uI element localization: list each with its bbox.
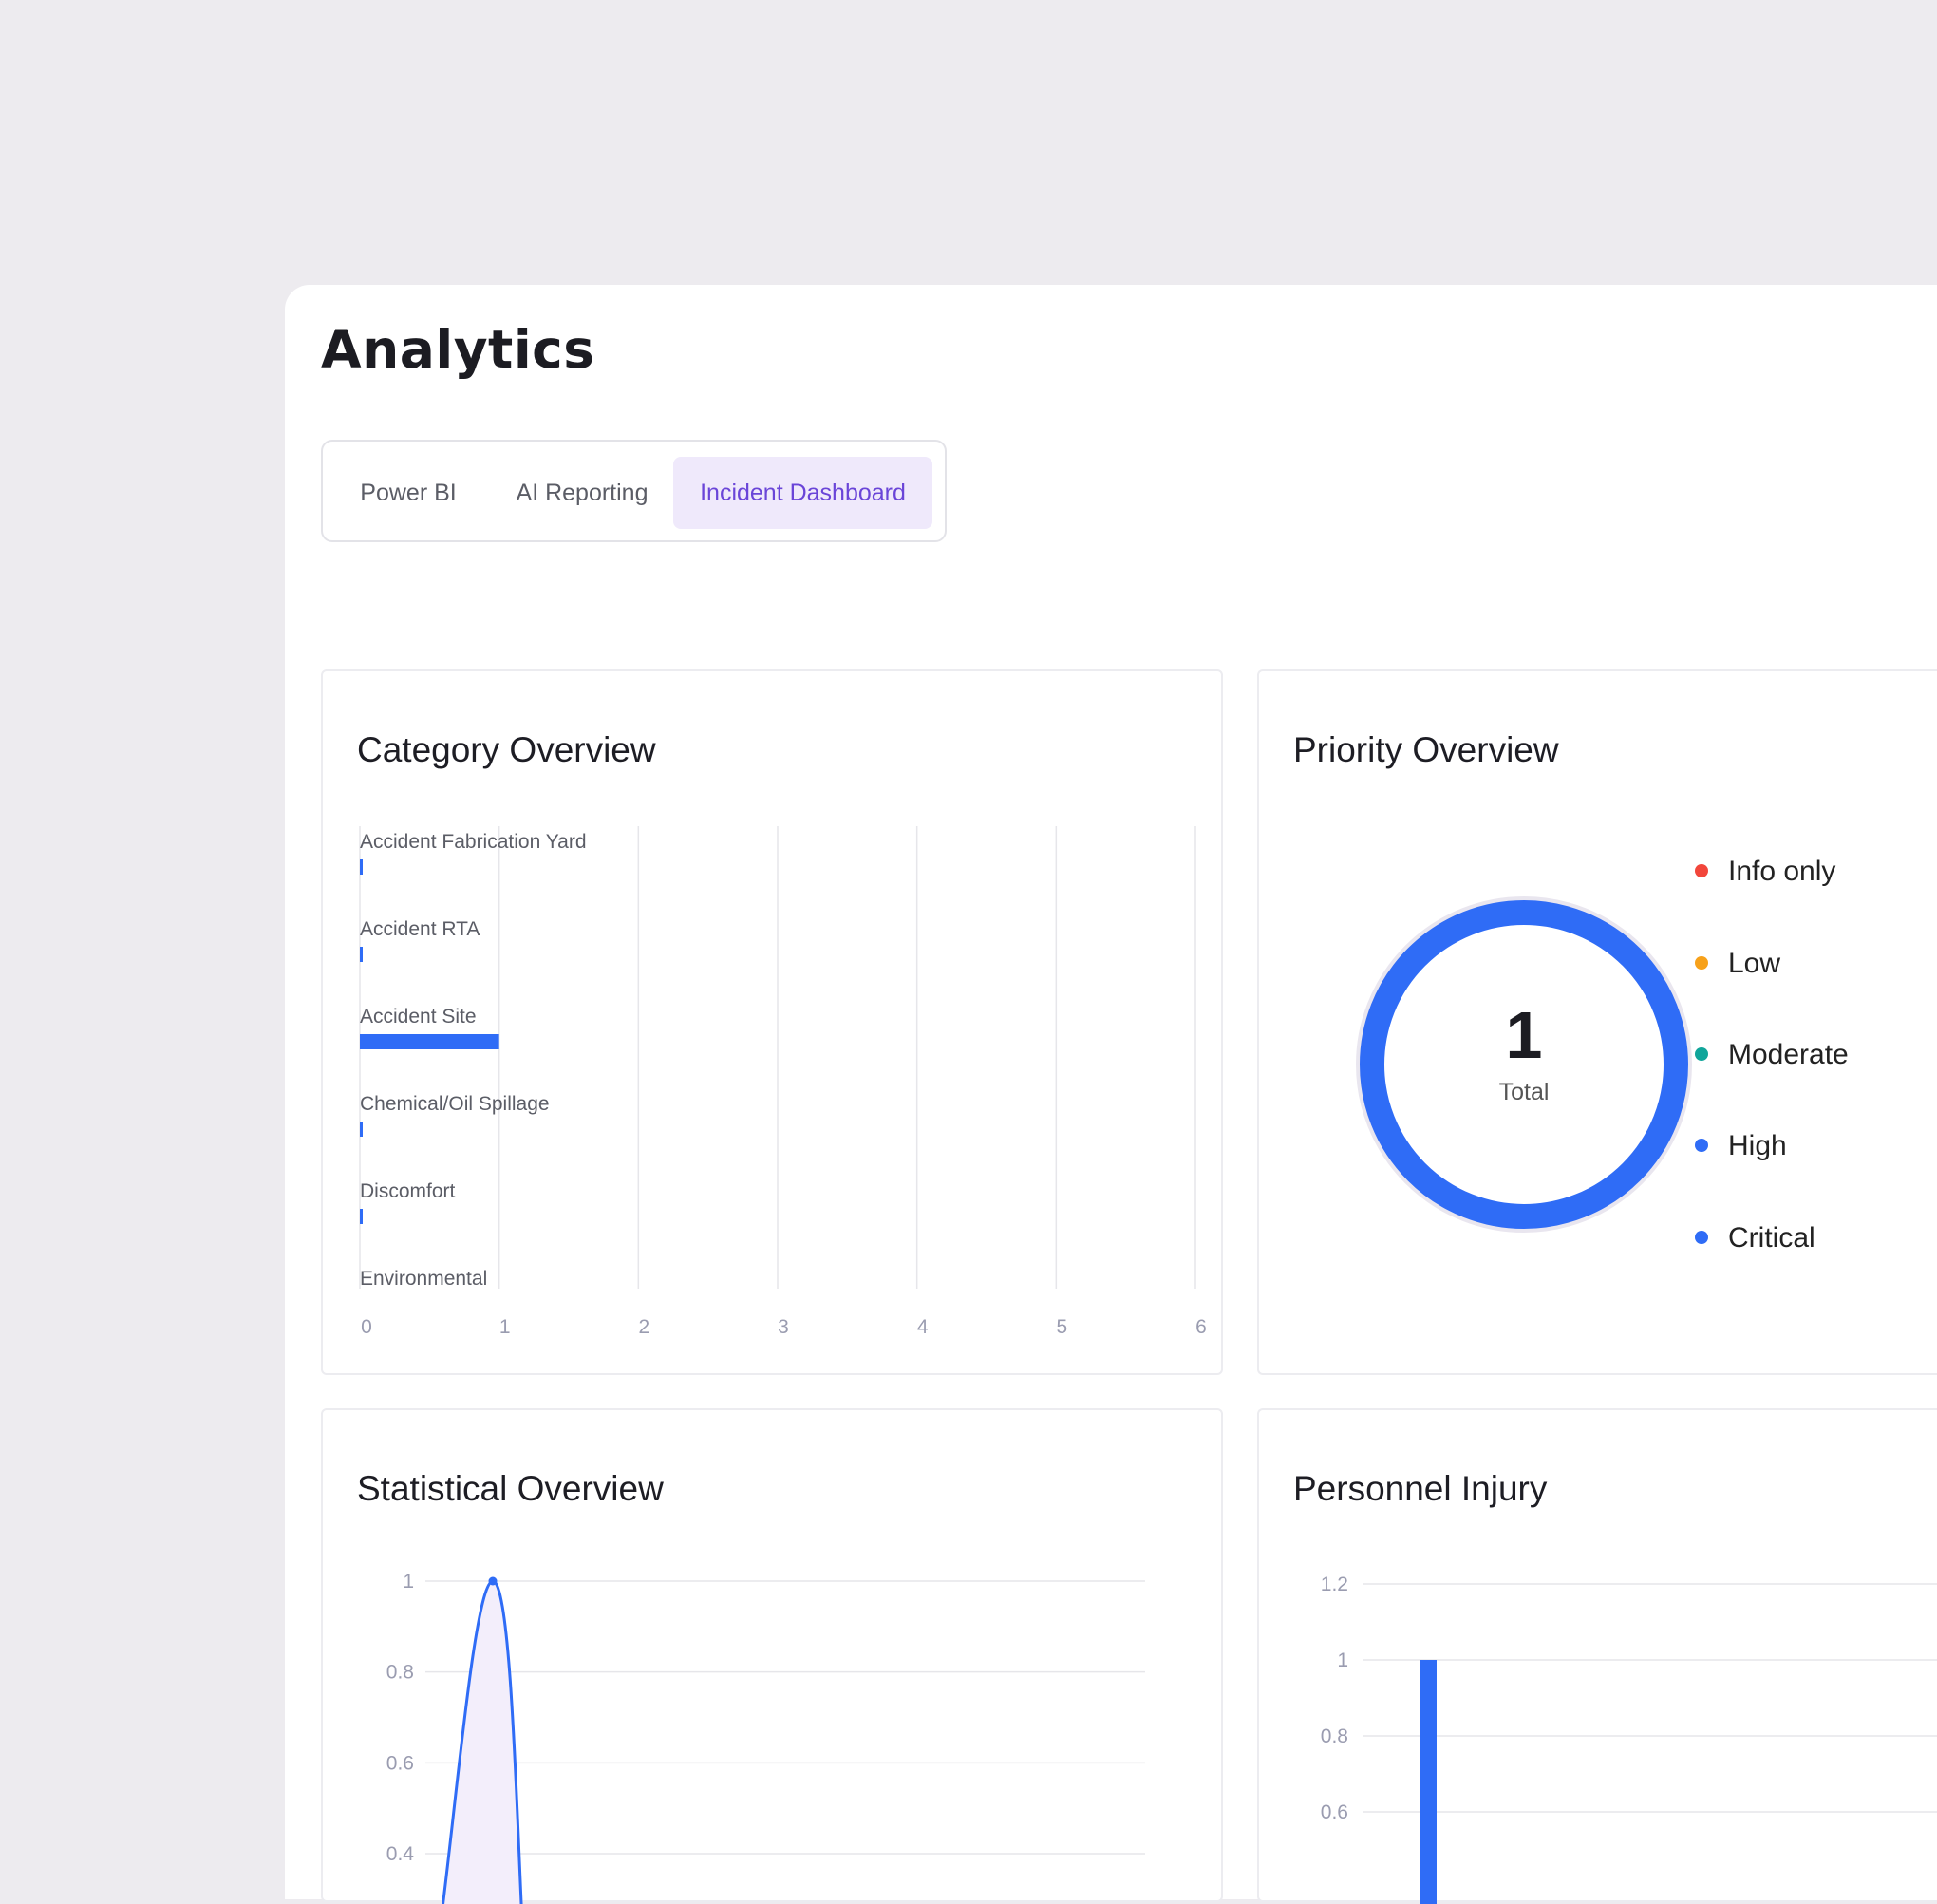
legend-label: High [1728, 1130, 1787, 1161]
priority-total-label: Total [1498, 1079, 1550, 1105]
category-overview-card: Category Overview 0 1 2 3 4 5 6 Accident Fabric… [321, 669, 1223, 1375]
legend-label: Low [1728, 948, 1781, 979]
y-tick-label: 0.4 [386, 1843, 415, 1865]
x-tick-label: 2 [638, 1316, 649, 1338]
page-title: Analytics [321, 319, 595, 380]
priority-overview-title: Priority Overview [1293, 730, 1559, 769]
category-label: Accident RTA [360, 918, 480, 940]
low-dot-icon [1695, 956, 1708, 970]
y-tick-label: 1.2 [1321, 1574, 1348, 1595]
category-bar [360, 1034, 499, 1049]
legend-label: Moderate [1728, 1039, 1849, 1070]
moderate-dot-icon [1695, 1047, 1708, 1061]
y-tick-label: 1 [1337, 1650, 1348, 1671]
x-tick-label: 6 [1195, 1316, 1207, 1338]
category-label: Accident Site [360, 1006, 477, 1027]
analytics-tab-bar: Power BI AI Reporting Incident Dashboard [321, 440, 947, 542]
y-tick-label: 0.6 [386, 1752, 414, 1774]
y-tick-label: 0.6 [1321, 1801, 1348, 1823]
legend-label: Info only [1728, 856, 1836, 887]
area-fill [442, 1581, 522, 1904]
tab-ai-reporting[interactable]: AI Reporting [492, 457, 672, 529]
data-point [488, 1576, 498, 1586]
legend-label: Critical [1728, 1222, 1815, 1254]
statistical-overview-card: Statistical Overview 1 0.8 0.6 0.4 [321, 1408, 1223, 1904]
category-label: Discomfort [360, 1180, 456, 1202]
high-dot-icon [1695, 1139, 1708, 1152]
x-tick-label: 4 [917, 1316, 929, 1338]
tab-incident-dashboard[interactable]: Incident Dashboard [673, 457, 932, 529]
category-label: Chemical/Oil Spillage [360, 1093, 550, 1115]
injury-bar [1420, 1660, 1437, 1904]
category-label: Environmental [360, 1268, 487, 1290]
category-bar-chart: 0 1 2 3 4 5 6 Accident Fabrication Yard Accident… [359, 826, 1207, 1338]
statistical-area-chart: 1 0.8 0.6 0.4 [386, 1571, 1145, 1904]
x-tick-label: 1 [499, 1316, 511, 1338]
y-tick-label: 1 [403, 1571, 414, 1593]
y-tick-label: 0.8 [1321, 1725, 1348, 1747]
category-bar [360, 947, 363, 962]
critical-dot-icon [1695, 1231, 1708, 1244]
priority-total-value: 1 [1505, 998, 1543, 1072]
personnel-injury-card: Personnel Injury 1.2 1 0.8 0.6 [1257, 1408, 1937, 1904]
x-tick-label: 0 [361, 1316, 372, 1338]
category-label: Accident Fabrication Yard [360, 831, 587, 853]
y-tick-label: 0.8 [386, 1662, 414, 1684]
tab-power-bi[interactable]: Power BI [352, 457, 464, 529]
info-only-dot-icon [1695, 864, 1708, 877]
category-bar [360, 1209, 363, 1224]
x-tick-label: 3 [778, 1316, 789, 1338]
category-bar [360, 1122, 363, 1137]
x-tick-label: 5 [1056, 1316, 1067, 1338]
category-bar [360, 859, 363, 875]
priority-overview-card: Priority Overview 1 Total Info only Low … [1257, 669, 1937, 1375]
personnel-injury-bar-chart: 1.2 1 0.8 0.6 [1321, 1574, 1937, 1904]
